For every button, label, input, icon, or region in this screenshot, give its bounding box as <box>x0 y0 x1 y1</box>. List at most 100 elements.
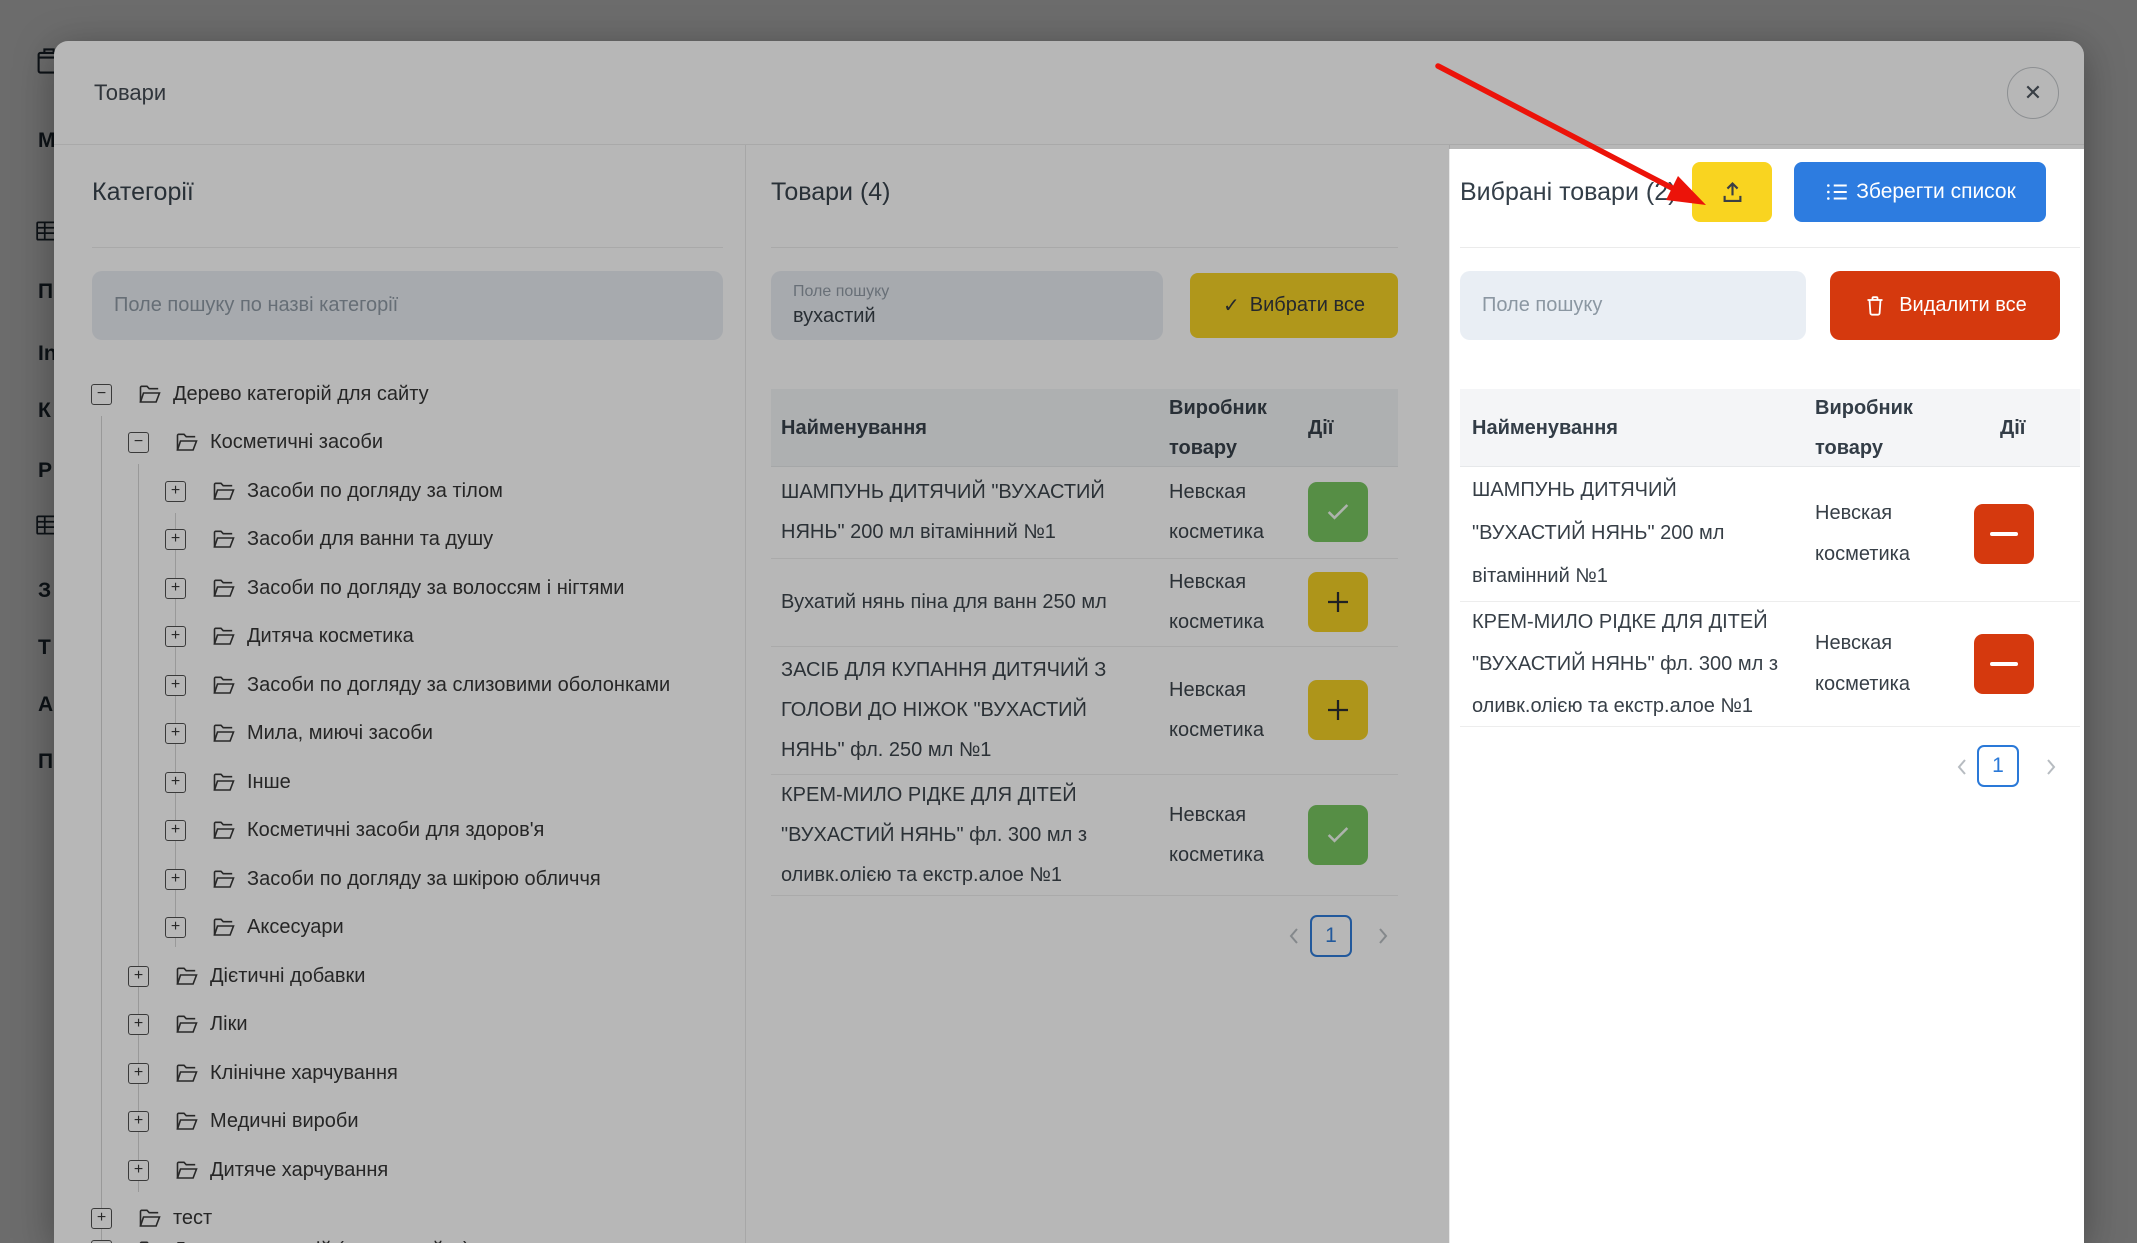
next-page-icon[interactable] <box>2040 755 2062 779</box>
tree-item[interactable]: + Ліки <box>128 1002 248 1046</box>
categories-search-input[interactable] <box>92 271 723 340</box>
header-divider <box>54 144 2084 145</box>
tree-item[interactable]: − Косметичні засоби <box>128 420 383 464</box>
tree-item[interactable]: + Засоби для ванни та душу <box>165 517 493 561</box>
tree-item[interactable]: + Дерево категорій (не для сайту) <box>91 1228 470 1243</box>
folder-icon <box>212 675 236 696</box>
expand-icon[interactable]: + <box>91 1207 112 1229</box>
minus-icon <box>1990 661 2018 666</box>
folder-icon <box>175 966 199 987</box>
table-row: КРЕМ-МИЛО РІДКЕ ДЛЯ ДІТЕЙ "ВУХАСТИЙ НЯНЬ… <box>771 774 1398 896</box>
tree-item-label: тест <box>173 1206 213 1229</box>
tree-item[interactable]: + Дієтичні добавки <box>128 954 365 998</box>
products-search-input[interactable]: Поле пошуку вухастий <box>771 271 1163 340</box>
page-number[interactable]: 1 <box>1310 915 1352 957</box>
close-button[interactable]: ✕ <box>2007 67 2059 119</box>
product-producer: Невская косметика <box>1815 501 1910 565</box>
expand-icon[interactable]: + <box>128 1062 149 1084</box>
tree-item-label: Інше <box>247 770 291 793</box>
table-row: ЗАСІБ ДЛЯ КУПАННЯ ДИТЯЧИЙ З ГОЛОВИ ДО НІ… <box>771 646 1398 775</box>
tree-item-label: Дерево категорій (не для сайту) <box>173 1239 470 1243</box>
tree-item[interactable]: + Косметичні засоби для здоров'я <box>165 808 544 852</box>
tree-item[interactable]: + Мила, миючі засоби <box>165 711 433 755</box>
remove-product-button[interactable] <box>1974 633 2034 694</box>
tree-item-label: Клінічне харчування <box>210 1061 398 1084</box>
page-number[interactable]: 1 <box>1977 745 2019 787</box>
product-name: КРЕМ-МИЛО РІДКЕ ДЛЯ ДІТЕЙ "ВУХАСТИЙ НЯНЬ… <box>781 783 1088 886</box>
folder-icon <box>212 869 236 890</box>
tree-item[interactable]: + Засоби по догляду за волоссям і нігтями <box>165 566 624 610</box>
expand-icon[interactable]: + <box>165 674 186 696</box>
table-row: Вухатий нянь піна для ванн 250 мл Невска… <box>771 558 1398 647</box>
folder-icon <box>212 578 236 599</box>
save-list-button[interactable]: Зберегти список <box>1794 162 2046 222</box>
screen: М П In К Р З Т А П Товари ✕ Категорії −Д… <box>0 0 2137 1243</box>
expand-icon[interactable]: + <box>128 1159 149 1181</box>
delete-all-button[interactable]: Видалити все <box>1830 271 2060 340</box>
expand-icon[interactable]: + <box>165 819 186 841</box>
column-divider <box>745 145 746 1243</box>
expand-icon[interactable]: + <box>165 480 186 502</box>
products-heading: Товари (4) <box>771 178 891 206</box>
add-product-button[interactable] <box>1308 680 1368 740</box>
added-check-button[interactable] <box>1308 804 1368 865</box>
expand-icon[interactable]: + <box>165 916 186 938</box>
tree-item-label: Засоби по догляду за тілом <box>247 479 503 502</box>
collapse-icon[interactable]: − <box>128 431 149 453</box>
column-header-name: Найменування <box>1472 416 1618 439</box>
expand-icon[interactable]: + <box>165 625 186 647</box>
product-producer: Невская косметика <box>1169 571 1264 633</box>
expand-icon[interactable]: + <box>91 1239 112 1243</box>
prev-page-icon[interactable] <box>1283 924 1305 948</box>
tree-item[interactable]: + Засоби по догляду за тілом <box>165 469 503 513</box>
column-header-producer: Виробник товару <box>1815 396 1913 459</box>
folder-icon <box>138 1240 162 1243</box>
collapse-icon[interactable]: − <box>91 383 112 405</box>
remove-product-button[interactable] <box>1974 503 2034 564</box>
tree-item[interactable]: + Дитяче харчування <box>128 1148 388 1192</box>
tree-item-label: Ліки <box>210 1012 248 1035</box>
select-all-button[interactable]: ✓ Вибрати все <box>1190 273 1398 338</box>
folder-icon <box>212 481 236 502</box>
products-table-header: Найменування Виробник товару Дії <box>771 389 1398 467</box>
next-page-icon[interactable] <box>1372 924 1394 948</box>
search-value: вухастий <box>793 305 876 327</box>
product-name: ЗАСІБ ДЛЯ КУПАННЯ ДИТЯЧИЙ З ГОЛОВИ ДО НІ… <box>781 659 1107 761</box>
tree-item-label: Дитяче харчування <box>210 1158 389 1181</box>
tree-item[interactable]: + Засоби по догляду за шкірою обличчя <box>165 857 601 901</box>
prev-page-icon[interactable] <box>1951 755 1973 779</box>
tree-item[interactable]: − Дерево категорій для сайту <box>91 372 429 416</box>
expand-icon[interactable]: + <box>128 1013 149 1035</box>
expand-icon[interactable]: + <box>165 577 186 599</box>
selected-search-input[interactable] <box>1460 271 1806 340</box>
tree-item[interactable]: + Дитяча косметика <box>165 614 414 658</box>
product-producer: Невская косметика <box>1169 803 1264 866</box>
upload-button[interactable] <box>1692 162 1772 222</box>
expand-icon[interactable]: + <box>165 722 186 744</box>
added-check-button[interactable] <box>1308 482 1368 542</box>
categories-heading: Категорії <box>92 178 194 206</box>
column-header-producer: Виробник товару <box>1169 396 1267 459</box>
product-producer: Невская косметика <box>1169 679 1264 741</box>
expand-icon[interactable]: + <box>165 528 186 550</box>
tree-item-label: Дитяча косметика <box>247 624 414 647</box>
tree-item[interactable]: + Засоби по догляду за слизовими оболонка… <box>165 663 670 707</box>
tree-item[interactable]: + Медичні вироби <box>128 1099 359 1143</box>
tree-item[interactable]: + Аксесуари <box>165 905 344 949</box>
tree-item-label: Аксесуари <box>247 915 344 938</box>
expand-icon[interactable]: + <box>128 965 149 987</box>
product-name: Вухатий нянь піна для ванн 250 мл <box>781 591 1107 613</box>
folder-icon <box>175 432 199 453</box>
column-divider <box>1449 145 1450 1243</box>
column-header-actions: Дії <box>2000 416 2026 439</box>
expand-icon[interactable]: + <box>165 771 186 793</box>
add-product-button[interactable] <box>1308 572 1368 632</box>
tree-item-label: Дерево категорій для сайту <box>173 382 429 405</box>
tree-item[interactable]: + Клінічне харчування <box>128 1051 398 1095</box>
expand-icon[interactable]: + <box>128 1110 149 1132</box>
check-icon: ✓ <box>1223 295 1240 317</box>
tree-guide <box>101 416 102 1243</box>
tree-item[interactable]: + Інше <box>165 760 291 804</box>
product-name: ШАМПУНЬ ДИТЯЧИЙ "ВУХАСТИЙ НЯНЬ" 200 мл в… <box>1472 479 1725 587</box>
expand-icon[interactable]: + <box>165 868 186 890</box>
